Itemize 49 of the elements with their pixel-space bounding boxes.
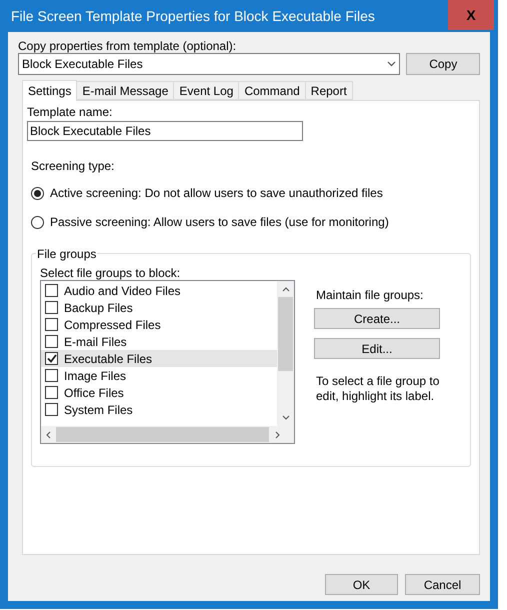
- field-label: Select file groups to block:: [40, 265, 182, 280]
- list-item[interactable]: Office Files: [41, 384, 277, 401]
- tab[interactable]: Report: [304, 81, 353, 100]
- field-label: Template name:: [27, 104, 114, 121]
- chevron-down-icon: [282, 415, 290, 420]
- list-item[interactable]: Backup Files: [41, 299, 277, 316]
- list-item[interactable]: Compressed Files: [41, 316, 277, 333]
- list-item[interactable]: Image Files: [41, 367, 277, 384]
- template-name-field[interactable]: Block Executable Files: [27, 121, 303, 141]
- checkbox[interactable]: [45, 369, 58, 382]
- checkbox[interactable]: [45, 386, 58, 399]
- tab[interactable]: E-mail Message: [76, 81, 174, 100]
- hint-text: To select a file group to edit, highlight its label.: [316, 374, 440, 404]
- chevron-right-icon: [275, 430, 280, 438]
- checkbox[interactable]: [45, 403, 58, 416]
- create-button[interactable]: Create...: [314, 308, 440, 329]
- section-label: Screening type:: [31, 158, 116, 175]
- checkbox[interactable]: [45, 335, 58, 348]
- close-button[interactable]: X: [448, 0, 494, 30]
- chevron-down-icon: [387, 61, 396, 67]
- checkbox[interactable]: [45, 352, 58, 365]
- checkbox[interactable]: [45, 301, 58, 314]
- scroll-thumb[interactable]: [56, 427, 269, 442]
- scroll-thumb[interactable]: [278, 297, 293, 371]
- copy-button[interactable]: Copy: [406, 53, 480, 75]
- list-item[interactable]: E-mail Files: [41, 333, 277, 350]
- tab[interactable]: Event Log: [173, 81, 240, 100]
- checkbox[interactable]: [45, 318, 58, 331]
- horizontal-scrollbar[interactable]: [41, 426, 294, 443]
- list-item[interactable]: System Files: [41, 401, 277, 418]
- chevron-up-icon: [282, 287, 290, 292]
- edit-button[interactable]: Edit...: [314, 338, 440, 359]
- tab[interactable]: Command: [238, 81, 306, 100]
- cancel-button[interactable]: Cancel: [405, 574, 480, 595]
- radio-button[interactable]: [31, 186, 44, 200]
- radio-label: Passive screening: Allow users to save files (use for monitoring): [50, 214, 389, 231]
- list-item[interactable]: Executable Files: [41, 350, 277, 367]
- tab[interactable]: Settings: [22, 80, 78, 101]
- field-label: Copy properties from template (optional):: [18, 38, 238, 52]
- window-title: File Screen Template Properties for Block Executable Files: [11, 6, 375, 26]
- radio-button[interactable]: [31, 216, 44, 228]
- radio-label: Active screening: Do not allow users to save unauthorized files: [50, 185, 383, 202]
- list-item[interactable]: Audio and Video Files: [41, 282, 277, 299]
- vertical-scrollbar[interactable]: [277, 281, 294, 426]
- field-label: Maintain file groups:: [316, 287, 424, 304]
- template-dropdown[interactable]: Block Executable Files: [18, 53, 400, 75]
- chevron-left-icon: [46, 430, 51, 438]
- checkbox[interactable]: [45, 284, 58, 297]
- ok-button[interactable]: OK: [325, 574, 398, 595]
